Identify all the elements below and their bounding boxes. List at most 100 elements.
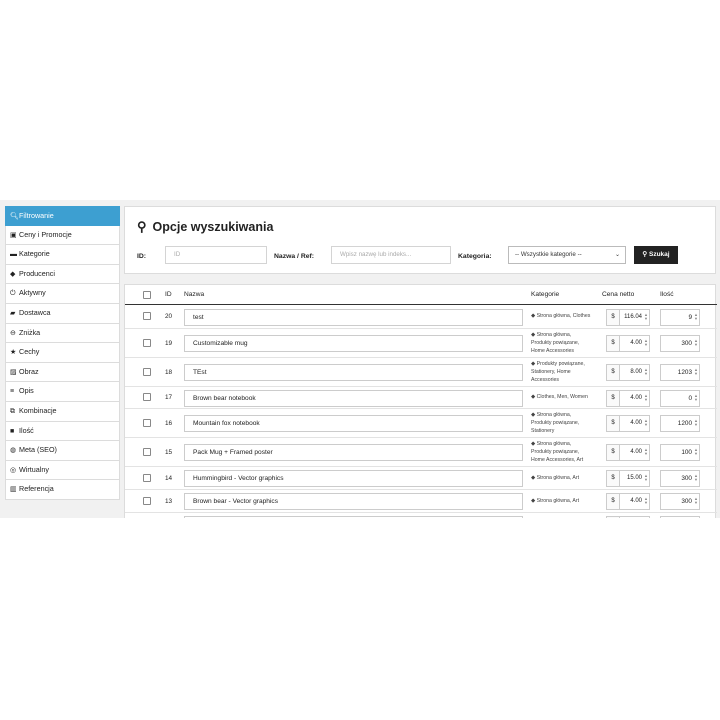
quantity-input[interactable]: 1200 ▲ ▼ — [660, 415, 700, 432]
search-title-text: Opcje wyszukiwania — [152, 220, 274, 234]
sidebar-item[interactable]: ◍ Meta (SEO) — [5, 441, 120, 461]
category-text: Home Accessories, Art — [531, 456, 584, 463]
spinner-icon[interactable]: ▲ ▼ — [644, 497, 648, 505]
spinner-icon[interactable]: ▲ ▼ — [694, 474, 698, 482]
search-icon: ⚲ — [137, 219, 147, 234]
row-checkbox[interactable] — [143, 447, 151, 456]
product-table: ID Nazwa Kategorie Cena netto Ilość 20 te… — [124, 284, 717, 518]
sidebar-item[interactable]: ▬ Kategorie — [5, 245, 120, 265]
spinner-icon[interactable]: ▲ ▼ — [694, 339, 698, 347]
spinner-icon[interactable]: ▲ ▼ — [644, 448, 648, 456]
quantity-value: 1200 — [677, 420, 692, 427]
product-manager: 🔍︎Filtrowanie ▣ Ceny i Promocje ▬ Kategorie ◆… — [0, 200, 720, 518]
category-text: Strona główna, Clothes — [536, 313, 591, 319]
currency-symbol: $ — [607, 365, 620, 380]
row-checkbox[interactable] — [143, 418, 151, 427]
price-input[interactable]: $4.00 ▲ ▼ — [606, 493, 650, 510]
currency-symbol: $ — [607, 336, 620, 351]
sidebar-item[interactable]: ◆ Producenci — [5, 264, 120, 285]
product-name-input[interactable]: Customizable mug — [184, 335, 523, 352]
quantity-input[interactable]: ▲▼ — [660, 515, 700, 518]
table-row: 18 TEst ◆ Produkty powiązane, Stationery, H… — [125, 358, 717, 387]
spinner-icon[interactable]: ▲ ▼ — [644, 393, 648, 402]
row-checkbox[interactable] — [143, 473, 151, 482]
row-checkbox[interactable] — [143, 367, 151, 376]
category-select[interactable]: -- Wszystkie kategorie -- ⌄ — [508, 246, 626, 264]
sidebar-item[interactable]: ⏻ Aktywny — [5, 284, 120, 304]
sidebar-item[interactable]: 🔍︎Filtrowanie — [5, 206, 120, 226]
product-name-input[interactable]: TEst — [184, 364, 523, 381]
spinner-icon[interactable]: ▲ ▼ — [694, 368, 698, 376]
search-button-label: Szukaj — [648, 251, 670, 258]
spinner-icon[interactable]: ▲ ▼ — [694, 312, 698, 321]
quantity-input[interactable]: 100 ▲ ▼ — [660, 444, 700, 461]
product-categories: ◆ Produkty powiązane, Stationery, Home Acc… — [531, 360, 601, 384]
sidebar-item[interactable]: ⊖ Zniżka — [5, 323, 120, 344]
quantity-input[interactable]: 9 ▲ ▼ — [660, 308, 700, 326]
price-input[interactable]: $8.00 ▲ ▼ — [606, 364, 650, 381]
sidebar-item[interactable]: ≡ Opis — [5, 382, 120, 402]
sidebar-item-label: Opis — [19, 386, 34, 396]
row-checkbox[interactable] — [143, 393, 151, 401]
price-input[interactable]: $4.00 ▲ ▼ — [606, 444, 650, 461]
sidebar-item[interactable]: ▣ Ceny i Promocje — [5, 225, 120, 246]
table-row: 13 Brown bear - Vector graphics ◆ Strona g… — [125, 490, 717, 513]
product-categories: ◆ Clothes, Men, Women — [531, 393, 601, 401]
quantity-value: 9 — [688, 313, 692, 321]
quantity-input[interactable]: 1203 ▲ ▼ — [660, 364, 700, 381]
product-name-input[interactable]: Pack Mug + Framed poster — [184, 444, 523, 461]
category-text: Stationery, Home — [531, 368, 571, 375]
sidebar-item[interactable]: ★ Cechy — [5, 343, 120, 363]
spinner-icon[interactable]: ▲ ▼ — [694, 419, 698, 427]
product-id: 19 — [165, 339, 173, 347]
spinner-icon[interactable]: ▲ ▼ — [694, 497, 698, 505]
select-all-checkbox[interactable] — [143, 291, 151, 299]
spinner-icon[interactable]: ▲ ▼ — [644, 339, 648, 347]
sidebar-item[interactable]: ■ Ilość — [5, 421, 120, 442]
product-name-input[interactable]: Hummingbird - Vector graphics — [184, 470, 523, 487]
sidebar-item[interactable]: ◎ Wirtualny — [5, 460, 120, 481]
spinner-icon[interactable]: ▲ ▼ — [694, 393, 698, 402]
currency-symbol: $ — [607, 445, 620, 460]
sidebar-item[interactable]: ▥ Referencja — [5, 480, 120, 500]
price-value: 4.00 — [630, 394, 642, 401]
category-text: Produkty powiązane, — [531, 448, 580, 455]
spinner-icon[interactable]: ▲ ▼ — [644, 474, 648, 482]
spinner-icon[interactable]: ▲ ▼ — [644, 368, 648, 376]
sidebar-item-label: Cechy — [19, 347, 40, 357]
sidebar-item[interactable]: ▨ Obraz — [5, 362, 120, 383]
price-input[interactable]: $15.00 ▲ ▼ — [606, 470, 650, 487]
spinner-icon[interactable]: ▲ ▼ — [644, 312, 648, 321]
price-input[interactable]: $4.00 ▲ ▼ — [606, 335, 650, 352]
sidebar-item[interactable]: ⧉ Kombinacje — [5, 401, 120, 422]
row-checkbox[interactable] — [143, 338, 151, 347]
table-row: 15 Pack Mug + Framed poster ◆ Strona główn… — [125, 438, 717, 467]
price-input[interactable]: $▲▼ — [606, 515, 650, 518]
sidebar-item-label: Zniżka — [19, 327, 41, 337]
price-value: 4.00 — [630, 420, 642, 426]
quantity-input[interactable]: 300 ▲ ▼ — [660, 335, 700, 352]
search-icon: 🔍︎ — [10, 213, 19, 220]
spinner-icon[interactable]: ▲ ▼ — [694, 448, 698, 456]
row-checkbox[interactable] — [143, 312, 151, 320]
id-input[interactable]: ID — [165, 246, 267, 264]
sidebar-item[interactable]: ▰ Dostawca — [5, 303, 120, 324]
price-input[interactable]: $4.00 ▲ ▼ — [606, 389, 650, 407]
currency-symbol: $ — [607, 516, 620, 518]
price-input[interactable]: $116.04 ▲ ▼ — [606, 308, 650, 326]
price-input[interactable]: $4.00 ▲ ▼ — [606, 415, 650, 432]
product-name-input[interactable]: Brown bear notebook — [184, 389, 523, 407]
name-ref-input[interactable]: Wpisz nazwę lub indeks... — [331, 246, 451, 264]
product-name-input[interactable]: test — [184, 308, 523, 326]
product-name-input[interactable]: Mountain fox notebook — [184, 415, 523, 432]
row-checkbox[interactable] — [143, 496, 151, 505]
product-name-input[interactable]: Brown bear - Vector graphics — [184, 493, 523, 510]
category-text: Home Accessories — [531, 347, 574, 354]
quantity-input[interactable]: 300 ▲ ▼ — [660, 493, 700, 510]
product-categories: ◆ Strona główna, Produkty powiązane, Home … — [531, 440, 601, 464]
quantity-input[interactable]: 300 ▲ ▼ — [660, 470, 700, 487]
search-button[interactable]: ⚲ Szukaj — [634, 246, 678, 264]
product-name-input[interactable] — [184, 515, 523, 518]
spinner-icon[interactable]: ▲ ▼ — [644, 419, 648, 427]
quantity-input[interactable]: 0 ▲ ▼ — [660, 389, 700, 407]
